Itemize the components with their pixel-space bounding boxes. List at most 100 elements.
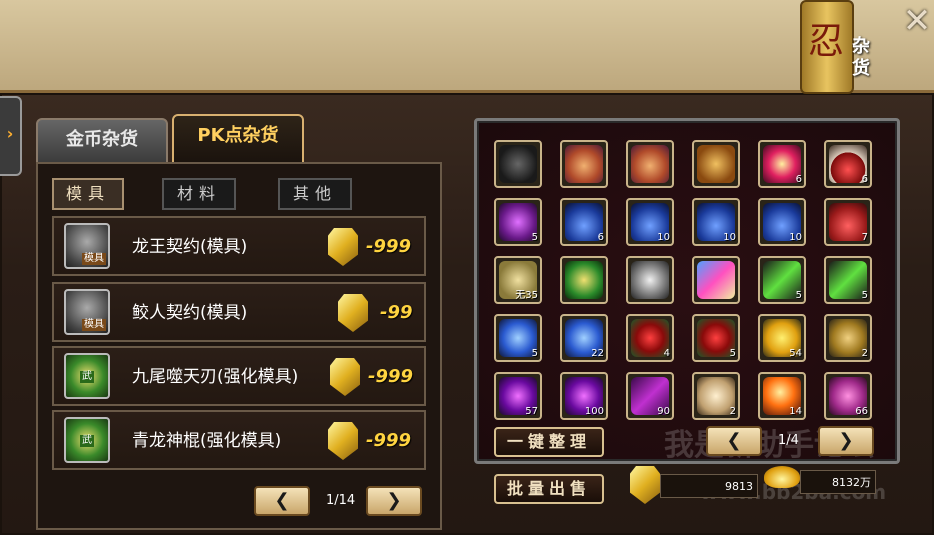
shop-title: 杂 货 xyxy=(852,36,876,80)
next-page-button[interactable]: ❯ xyxy=(366,486,422,516)
item-count: 6 xyxy=(795,174,802,185)
sort-button[interactable]: 一键整理 xyxy=(494,427,604,457)
inventory-slot[interactable]: 5 xyxy=(692,314,740,362)
inventory-slot[interactable]: 2 xyxy=(692,372,740,420)
side-expand-tab[interactable]: › xyxy=(0,96,22,176)
gold-ingot-icon xyxy=(764,466,800,488)
inventory-slot[interactable]: 2 xyxy=(824,314,872,362)
list-item[interactable]: 模具 鲛人契约(模具) -99 xyxy=(52,282,426,342)
crystal-cards-icon xyxy=(697,261,735,299)
inventory-slot[interactable]: 57 xyxy=(494,372,542,420)
inventory-slot[interactable]: 10 xyxy=(692,198,740,246)
inventory-slot[interactable]: 4 xyxy=(626,314,674,362)
inventory-slot[interactable] xyxy=(560,256,608,304)
subtab-mold[interactable]: 模具 xyxy=(52,178,124,210)
item-count: 6 xyxy=(597,232,604,243)
item-count: 5 xyxy=(531,232,538,243)
inventory-slot[interactable]: 无35 xyxy=(494,256,542,304)
item-price: -999 xyxy=(368,366,414,387)
page-indicator: 1/14 xyxy=(326,493,356,508)
inventory-slot[interactable]: 6 xyxy=(758,140,806,188)
inventory-slot[interactable]: 90 xyxy=(626,372,674,420)
item-name: 鲛人契约(模具) xyxy=(132,303,248,323)
inventory-slot[interactable]: 5 xyxy=(758,256,806,304)
item-count: 5 xyxy=(861,290,868,301)
item-count: 5 xyxy=(795,290,802,301)
item-count: 6 xyxy=(861,174,868,185)
item-count: 66 xyxy=(855,406,868,417)
item-count: 10 xyxy=(789,232,802,243)
inventory-page-indicator: 1/4 xyxy=(778,433,799,448)
item-price: -999 xyxy=(366,236,412,257)
inventory-slot[interactable]: 10 xyxy=(626,198,674,246)
item-count: 100 xyxy=(584,406,604,417)
list-item[interactable]: 武 九尾噬天刃(强化模具) -999 xyxy=(52,346,426,406)
pk-point-icon xyxy=(328,422,358,460)
item-count: 5 xyxy=(729,348,736,359)
item-price: -99 xyxy=(380,302,413,323)
item-count: 10 xyxy=(723,232,736,243)
tab-pk-goods[interactable]: PK点杂货 xyxy=(172,114,304,164)
shop-title-line1: 杂 xyxy=(852,36,870,57)
inventory-slot[interactable] xyxy=(692,256,740,304)
item-count: 2 xyxy=(729,406,736,417)
inventory-slot[interactable]: 14 xyxy=(758,372,806,420)
item-count: 22 xyxy=(591,348,604,359)
bulk-sell-button[interactable]: 批量出售 xyxy=(494,474,604,504)
inventory-slot[interactable]: 66 xyxy=(824,372,872,420)
tab-gold-goods[interactable]: 金币杂货 xyxy=(36,118,168,164)
list-item[interactable]: 武 青龙神棍(强化模具) -999 xyxy=(52,410,426,470)
inventory-slot[interactable]: 100 xyxy=(560,372,608,420)
pk-point-icon xyxy=(328,228,358,266)
inventory-prev-button[interactable]: ❮ xyxy=(706,426,762,456)
item-count: 5 xyxy=(531,348,538,359)
crossed-blades-icon xyxy=(631,261,669,299)
item-badge: 武 xyxy=(80,371,94,383)
pk-points-value: 9813 xyxy=(660,474,758,498)
gold-value: 8132万 xyxy=(800,470,876,494)
prev-page-button[interactable]: ❮ xyxy=(254,486,310,516)
inventory-slot[interactable]: 7 xyxy=(824,198,872,246)
close-button[interactable]: ✕ xyxy=(900,4,934,38)
inventory-slot[interactable] xyxy=(494,140,542,188)
item-price: -999 xyxy=(366,430,412,451)
item-name: 九尾噬天刃(强化模具) xyxy=(132,367,299,387)
emblem-glyph: 忍 xyxy=(807,21,844,62)
ninja-face-icon xyxy=(631,145,669,183)
item-count: 90 xyxy=(657,406,670,417)
mask-icon: 模具 xyxy=(64,289,110,335)
pk-point-icon xyxy=(330,358,360,396)
list-item[interactable]: 模具 龙王契约(模具) -999 xyxy=(52,216,426,276)
inventory-slot[interactable]: 6 xyxy=(560,198,608,246)
item-count: 7 xyxy=(861,232,868,243)
inventory-slot[interactable]: 22 xyxy=(560,314,608,362)
ninja-face-icon xyxy=(565,145,603,183)
inventory-slot[interactable]: 10 xyxy=(758,198,806,246)
shop-title-line2: 货 xyxy=(852,58,870,79)
inventory-slot[interactable] xyxy=(560,140,608,188)
inventory-slot[interactable] xyxy=(626,140,674,188)
inventory-slot[interactable]: 5 xyxy=(824,256,872,304)
inventory-slot[interactable]: 5 xyxy=(494,314,542,362)
inventory-next-button[interactable]: ❯ xyxy=(818,426,874,456)
scroll-icon: 武 xyxy=(64,417,110,463)
inventory-slot[interactable]: 6 xyxy=(824,140,872,188)
item-badge: 模具 xyxy=(82,253,106,265)
inventory-slot[interactable] xyxy=(692,140,740,188)
inventory-slot[interactable]: 54 xyxy=(758,314,806,362)
fox-face-icon xyxy=(697,145,735,183)
item-count: 54 xyxy=(789,348,802,359)
mask-icon: 模具 xyxy=(64,223,110,269)
item-count: 2 xyxy=(861,348,868,359)
pk-point-icon xyxy=(338,294,368,332)
item-count: 14 xyxy=(789,406,802,417)
subtab-other[interactable]: 其他 xyxy=(278,178,352,210)
dark-helm-icon xyxy=(499,145,537,183)
item-badge: 模具 xyxy=(82,319,106,331)
item-count: 57 xyxy=(525,406,538,417)
item-name: 青龙神棍(强化模具) xyxy=(132,431,282,451)
item-count: 10 xyxy=(657,232,670,243)
inventory-slot[interactable]: 5 xyxy=(494,198,542,246)
inventory-slot[interactable] xyxy=(626,256,674,304)
subtab-material[interactable]: 材料 xyxy=(162,178,236,210)
